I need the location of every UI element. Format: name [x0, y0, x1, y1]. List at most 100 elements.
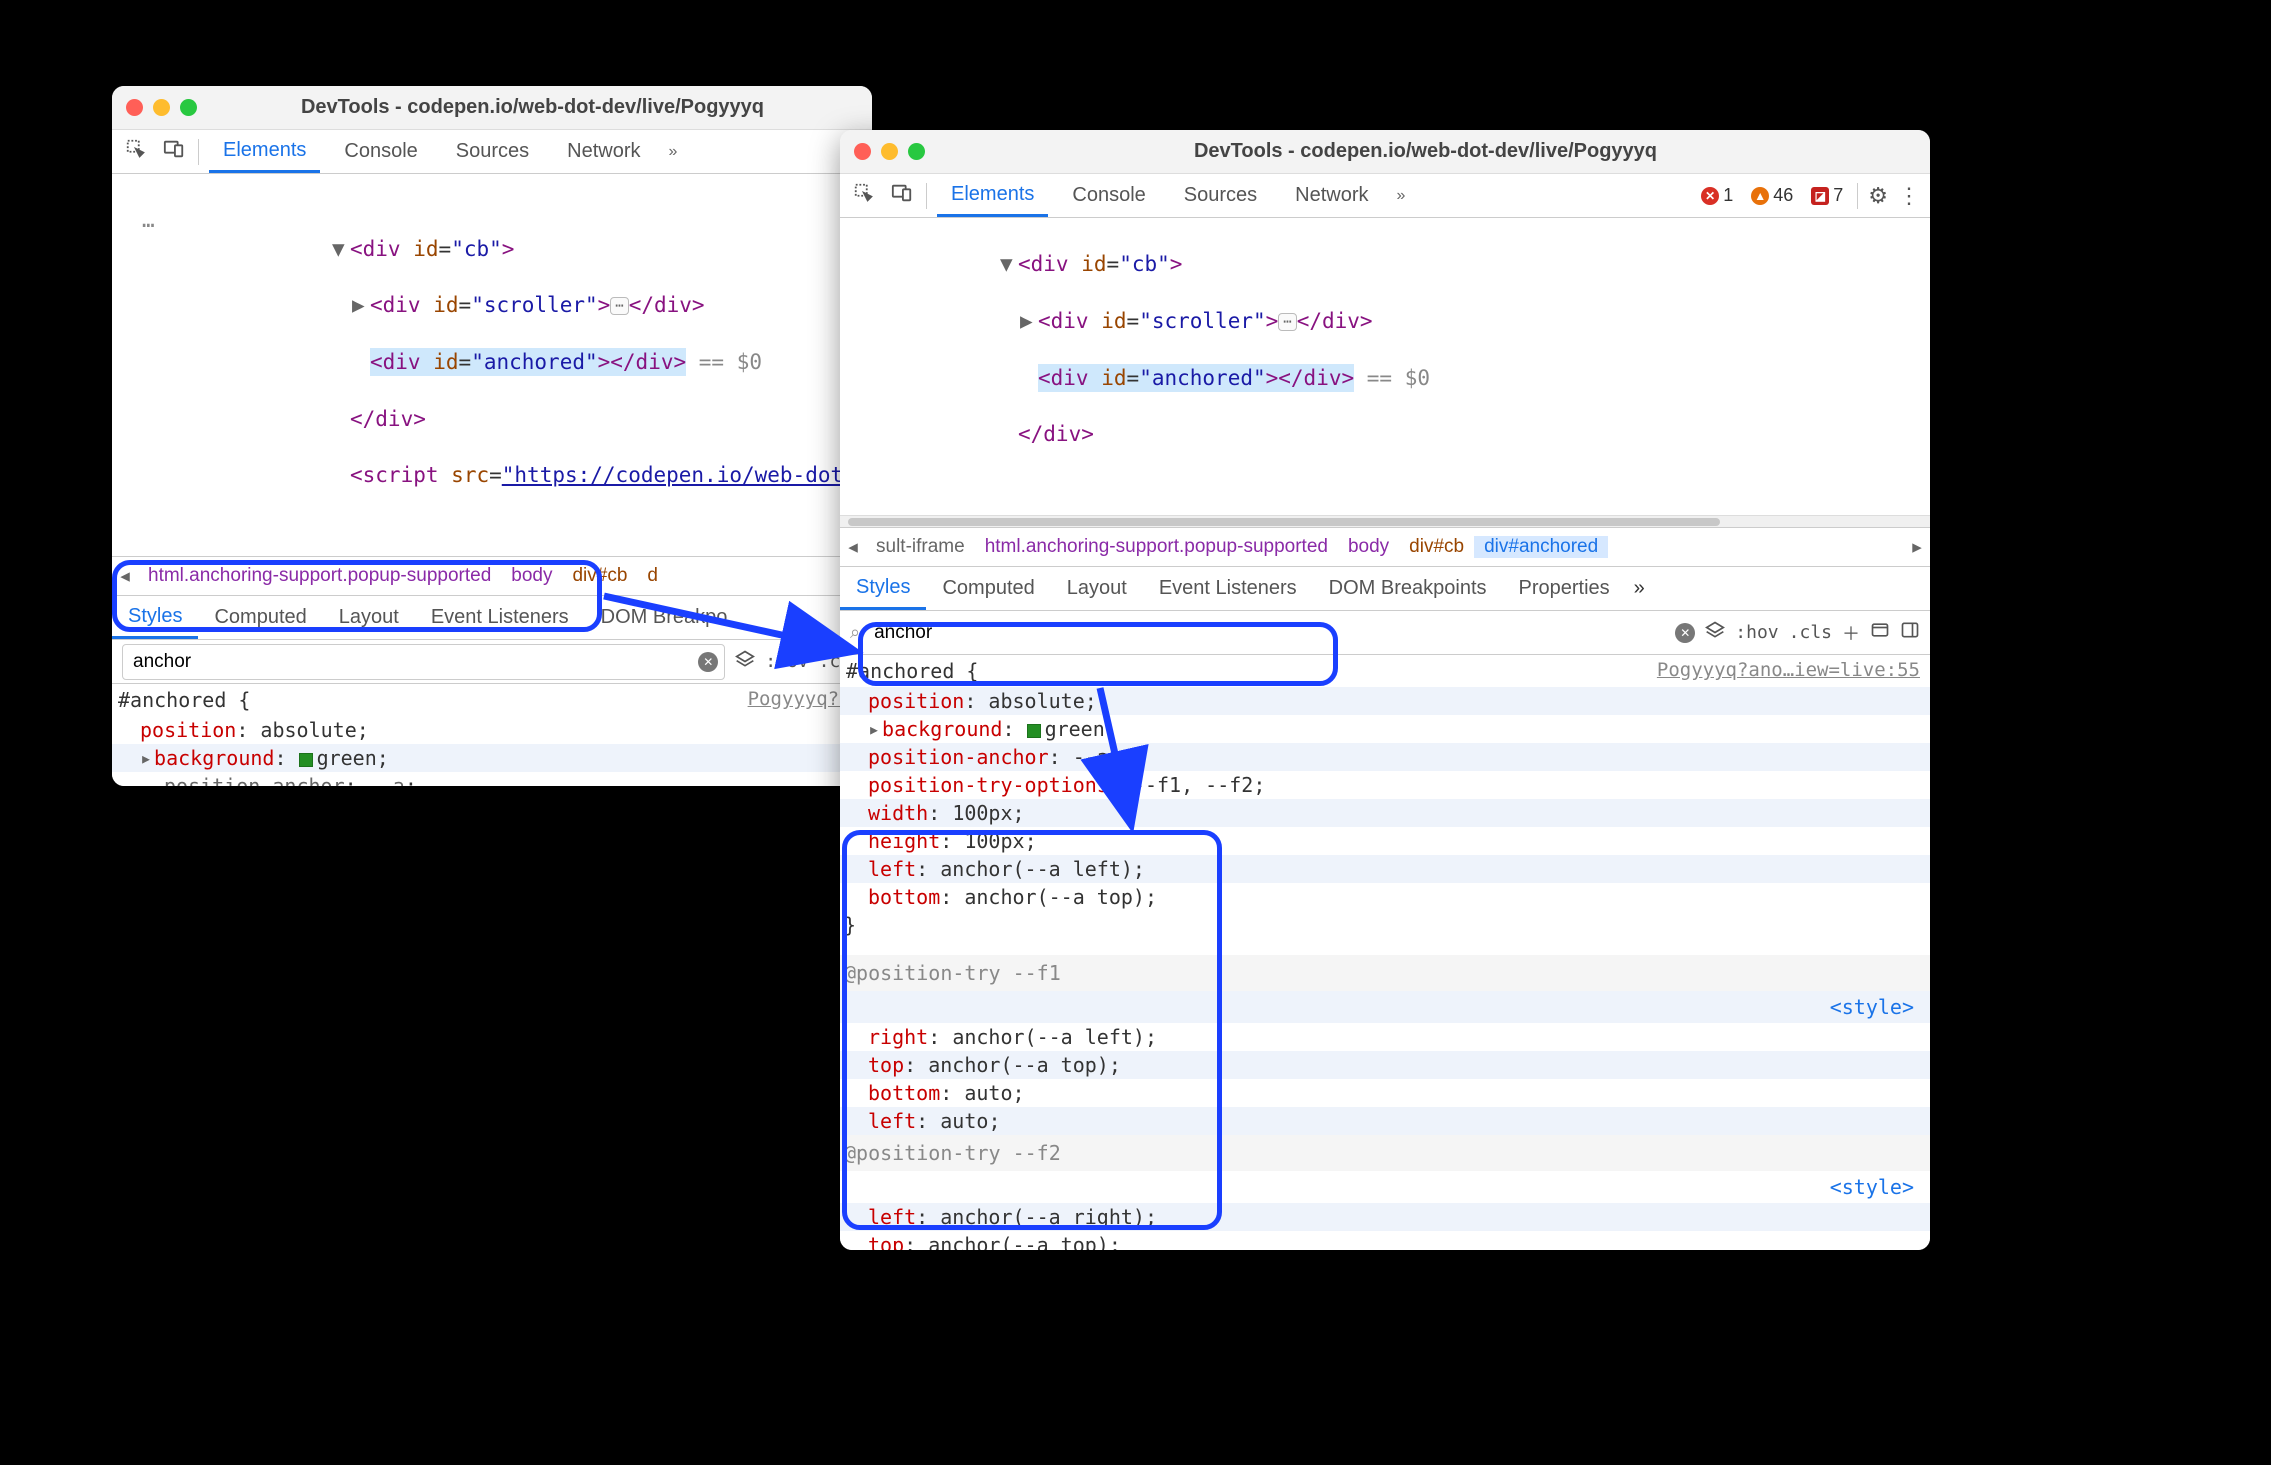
- property-name[interactable]: left: [868, 1109, 916, 1133]
- source-link[interactable]: Pogyyyq?ano…iew=live:55: [1657, 657, 1920, 684]
- property-name[interactable]: left: [868, 857, 916, 881]
- selector[interactable]: #anchored {: [846, 659, 978, 683]
- property-name[interactable]: background: [154, 746, 274, 770]
- hov-toggle[interactable]: :hov: [765, 651, 808, 672]
- dom-breakpoints-tab[interactable]: DOM Breakpoints: [1313, 567, 1503, 610]
- crumb[interactable]: html.anchoring-support.popup-supported: [975, 536, 1338, 558]
- filter-input[interactable]: [129, 647, 692, 677]
- styles-tab[interactable]: Styles: [840, 567, 926, 610]
- css-property[interactable]: position: absolute;: [840, 687, 1930, 715]
- color-swatch[interactable]: [299, 753, 313, 767]
- event-listeners-tab[interactable]: Event Listeners: [415, 596, 585, 639]
- css-property[interactable]: width: 100px;: [840, 799, 1930, 827]
- device-toggle-icon[interactable]: [160, 138, 188, 166]
- layout-tab[interactable]: Layout: [1051, 567, 1143, 610]
- property-value[interactable]: --a: [369, 774, 405, 786]
- collapsed-ellipsis[interactable]: ⋯: [610, 297, 628, 315]
- warnings-badge[interactable]: ▲46: [1747, 185, 1797, 206]
- css-property[interactable]: top: anchor(--a top);: [840, 1051, 1930, 1079]
- layers-icon[interactable]: [735, 649, 755, 674]
- dom-node[interactable]: <div: [1018, 252, 1069, 276]
- css-property[interactable]: position-anchor: --a;: [112, 772, 872, 786]
- more-style-tabs-icon[interactable]: »: [1626, 577, 1653, 600]
- crumb[interactable]: d: [637, 565, 668, 587]
- css-property[interactable]: left: auto;: [840, 1107, 1930, 1135]
- property-name[interactable]: right: [868, 1025, 928, 1049]
- property-name[interactable]: width: [868, 801, 928, 825]
- css-property[interactable]: bottom: auto;: [840, 1079, 1930, 1107]
- zoom-icon[interactable]: [180, 99, 197, 116]
- property-name[interactable]: position-anchor: [164, 774, 345, 786]
- dom-node[interactable]: <div: [370, 293, 421, 317]
- crumb[interactable]: body: [501, 565, 562, 587]
- filter-input[interactable]: [870, 618, 1665, 648]
- property-name[interactable]: position: [868, 689, 964, 713]
- property-value[interactable]: absolute: [260, 718, 356, 742]
- property-name[interactable]: position: [140, 718, 236, 742]
- device-toggle-icon[interactable]: [888, 182, 916, 210]
- more-tabs-icon[interactable]: »: [665, 143, 682, 161]
- property-value[interactable]: --f1, --f2: [1133, 773, 1253, 797]
- property-value[interactable]: anchor(--a top): [928, 1053, 1109, 1077]
- close-icon[interactable]: [854, 143, 871, 160]
- tab-sources[interactable]: Sources: [442, 130, 543, 173]
- horizontal-scrollbar[interactable]: [840, 515, 1930, 527]
- dom-node[interactable]: <div: [350, 237, 401, 261]
- styles-tab[interactable]: Styles: [112, 596, 198, 639]
- breadcrumb-next[interactable]: ▸: [1904, 536, 1930, 559]
- breadcrumb[interactable]: ◂ sult-iframe html.anchoring-support.pop…: [840, 527, 1930, 567]
- position-try-header[interactable]: @position-try --f2: [840, 1135, 1930, 1171]
- css-property[interactable]: right: anchor(--a left);: [840, 1023, 1930, 1051]
- property-value[interactable]: anchor(--a right): [940, 1205, 1145, 1229]
- inspect-icon[interactable]: [850, 182, 878, 210]
- css-property[interactable]: position: absolute;: [112, 716, 872, 744]
- gear-icon[interactable]: ⚙: [1868, 183, 1888, 209]
- crumb[interactable]: sult-iframe: [866, 536, 975, 558]
- computed-tab[interactable]: Computed: [926, 567, 1050, 610]
- filter-box[interactable]: ✕: [122, 644, 725, 680]
- property-value[interactable]: 100px: [964, 829, 1024, 853]
- style-source[interactable]: <style>: [1830, 993, 1924, 1021]
- css-property[interactable]: ▸background: green;: [112, 744, 872, 772]
- collapsed-ellipsis[interactable]: ⋯: [1278, 313, 1296, 331]
- property-value[interactable]: auto: [964, 1081, 1012, 1105]
- clear-filter-icon[interactable]: ✕: [1675, 623, 1695, 643]
- css-property[interactable]: left: anchor(--a left);: [840, 855, 1930, 883]
- cls-toggle[interactable]: .cls: [1789, 622, 1832, 643]
- filter-funnel-icon[interactable]: ⌕: [850, 622, 860, 643]
- dom-tree[interactable]: … ▼<div id="cb"> ▶<div id="scroller">⋯</…: [112, 174, 872, 556]
- dom-node[interactable]: <div: [1038, 309, 1089, 333]
- selector[interactable]: #anchored {: [118, 688, 250, 712]
- property-value[interactable]: anchor(--a left): [940, 857, 1133, 881]
- styles-rules[interactable]: #anchored {Pogyyyq?an position: absolute…: [112, 684, 872, 786]
- properties-tab[interactable]: Properties: [1503, 567, 1626, 610]
- event-listeners-tab[interactable]: Event Listeners: [1143, 567, 1313, 610]
- tab-console[interactable]: Console: [1058, 174, 1159, 217]
- zoom-icon[interactable]: [908, 143, 925, 160]
- issues-badge[interactable]: ◪7: [1807, 185, 1847, 206]
- property-name[interactable]: bottom: [868, 1081, 940, 1105]
- style-source[interactable]: <style>: [1830, 1173, 1924, 1201]
- css-property[interactable]: ▸background: green;: [840, 715, 1930, 743]
- property-value[interactable]: absolute: [988, 689, 1084, 713]
- css-property[interactable]: position-anchor: --a;: [840, 743, 1930, 771]
- dom-node-selected[interactable]: <div: [1038, 366, 1089, 390]
- tab-network[interactable]: Network: [1281, 174, 1382, 217]
- tab-sources[interactable]: Sources: [1170, 174, 1271, 217]
- crumb[interactable]: div#cb: [562, 565, 637, 587]
- new-style-rule-icon[interactable]: ＋: [1842, 620, 1860, 646]
- layout-tab[interactable]: Layout: [323, 596, 415, 639]
- styles-rules[interactable]: #anchored { Pogyyyq?ano…iew=live:55 posit…: [840, 655, 1930, 1250]
- close-icon[interactable]: [126, 99, 143, 116]
- layers-icon[interactable]: [1705, 620, 1725, 645]
- property-value[interactable]: 100px: [952, 801, 1012, 825]
- css-property[interactable]: height: 100px;: [840, 827, 1930, 855]
- crumb[interactable]: div#cb: [1399, 536, 1474, 558]
- property-name[interactable]: background: [882, 717, 1002, 741]
- css-property[interactable]: left: anchor(--a right);: [840, 1203, 1930, 1231]
- css-property[interactable]: position-try-options: --f1, --f2;: [840, 771, 1930, 799]
- property-name[interactable]: bottom: [868, 885, 940, 909]
- property-value[interactable]: auto: [940, 1109, 988, 1133]
- kebab-menu-icon[interactable]: ⋮: [1898, 183, 1920, 209]
- position-try-header[interactable]: @position-try --f1: [840, 955, 1930, 991]
